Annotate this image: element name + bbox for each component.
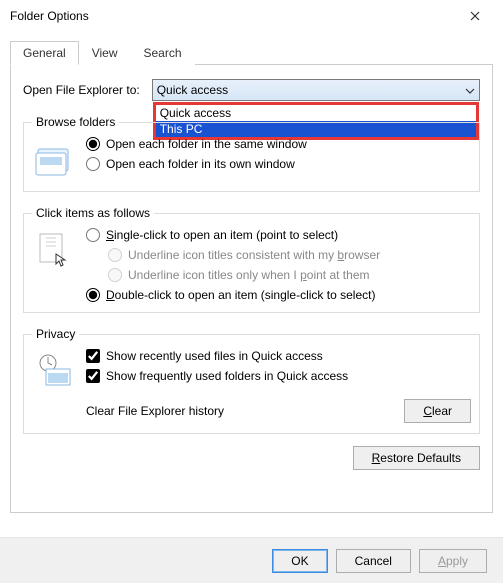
privacy-group: Privacy Show recently used files in Quic… (23, 327, 480, 434)
privacy-legend: Privacy (32, 327, 79, 341)
browse-folders-legend: Browse folders (32, 115, 119, 129)
chevron-down-icon (465, 83, 475, 97)
combo-value: Quick access (157, 83, 228, 97)
click-icon (32, 228, 76, 272)
radio-underline-point: Underline icon titles only when I point … (86, 268, 471, 282)
radio-underline-browser: Underline icon titles consistent with my… (86, 248, 471, 262)
tabstrip: General View Search (10, 40, 493, 65)
cancel-button[interactable]: Cancel (336, 549, 411, 573)
radio-same-window[interactable]: Open each folder in the same window (86, 137, 471, 151)
check-recent-files[interactable]: Show recently used files in Quick access (86, 349, 471, 363)
browse-folders-group: Browse folders Open each folder in the s… (23, 115, 480, 192)
tab-view[interactable]: View (79, 41, 131, 65)
radio-double-click[interactable]: Double-click to open an item (single-cli… (86, 288, 471, 302)
close-button[interactable] (455, 3, 495, 29)
click-items-legend: Click items as follows (32, 206, 154, 220)
radio-own-window[interactable]: Open each folder in its own window (86, 157, 471, 171)
window-title: Folder Options (10, 9, 455, 23)
dialog-content: General View Search Open File Explorer t… (0, 32, 503, 513)
tab-panel-general: Open File Explorer to: Quick access Quic… (10, 65, 493, 513)
close-icon (470, 11, 480, 21)
tab-search[interactable]: Search (131, 41, 195, 65)
click-items-group: Click items as follows Single-click to o… (23, 206, 480, 313)
check-frequent-folders[interactable]: Show frequently used folders in Quick ac… (86, 369, 471, 383)
open-explorer-row: Open File Explorer to: Quick access Quic… (23, 79, 480, 101)
folders-icon (32, 137, 76, 181)
privacy-icon (32, 349, 76, 393)
restore-defaults-button[interactable]: Restore Defaults (353, 446, 480, 470)
apply-button: Apply (419, 549, 487, 573)
radio-single-click[interactable]: Single-click to open an item (point to s… (86, 228, 471, 242)
dialog-buttons: OK Cancel Apply (0, 537, 503, 583)
clear-button[interactable]: Clear (404, 399, 471, 423)
open-explorer-label: Open File Explorer to: (23, 83, 140, 97)
tab-general[interactable]: General (10, 41, 79, 65)
open-explorer-combo[interactable]: Quick access Quick access This PC (152, 79, 480, 101)
clear-history-label: Clear File Explorer history (86, 404, 394, 418)
ok-button[interactable]: OK (272, 549, 327, 573)
titlebar: Folder Options (0, 0, 503, 32)
